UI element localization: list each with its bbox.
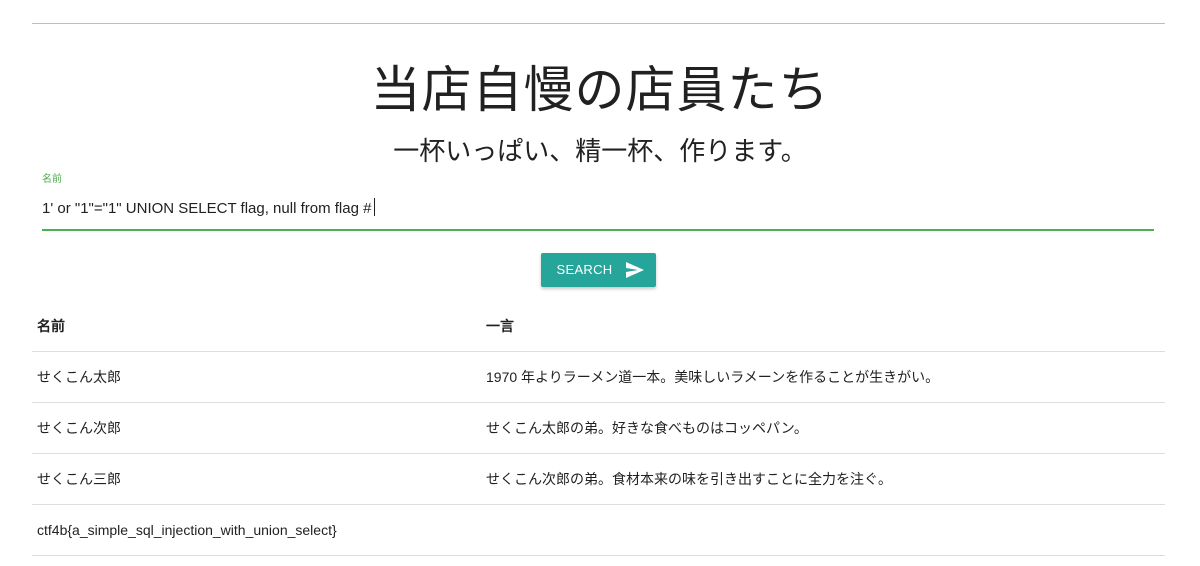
page-subtitle: 一杯いっぱい、精一杯、作ります。 (393, 136, 807, 166)
table-cell-name: ctf4b{a_simple_sql_injection_with_union_… (32, 504, 481, 556)
name-search-field[interactable]: 名前 1' or "1"="1" UNION SELECT flag, null… (42, 172, 1154, 232)
page-title: 当店自慢の店員たち (370, 62, 830, 118)
table-cell-comment (481, 504, 1165, 556)
table-cell-comment: せくこん次郎の弟。食材本来の味を引き出すことに全力を注ぐ。 (481, 453, 1165, 505)
name-search-input[interactable]: 1' or "1"="1" UNION SELECT flag, null fr… (42, 198, 376, 219)
text-caret (374, 198, 376, 216)
top-divider (32, 23, 1165, 24)
results-table: 名前 一言 せくこん太郎 1970 年よりラーメン道一本。美味しいラメーンを作る… (32, 301, 1165, 556)
table-header-row: 名前 一言 (32, 301, 1165, 352)
table-cell-name: せくこん太郎 (32, 351, 481, 403)
column-header-comment: 一言 (481, 301, 1165, 352)
name-search-input-value: 1' or "1"="1" UNION SELECT flag, null fr… (42, 200, 372, 217)
field-underline (42, 229, 1154, 231)
column-header-name: 名前 (32, 301, 481, 352)
table-row: せくこん次郎 せくこん太郎の弟。好きな食べものはコッペパン。 (32, 402, 1165, 454)
page: 当店自慢の店員たち 一杯いっぱい、精一杯、作ります。 名前 1' or "1"=… (0, 0, 1200, 566)
name-field-label: 名前 (42, 174, 62, 185)
search-button-label: SEARCH (556, 262, 613, 277)
send-icon (626, 262, 645, 278)
table-cell-comment: せくこん太郎の弟。好きな食べものはコッペパン。 (481, 402, 1165, 454)
search-button[interactable]: SEARCH (541, 253, 656, 287)
table-cell-comment: 1970 年よりラーメン道一本。美味しいラメーンを作ることが生きがい。 (481, 351, 1165, 403)
table-cell-name: せくこん次郎 (32, 402, 481, 454)
table-row: せくこん太郎 1970 年よりラーメン道一本。美味しいラメーンを作ることが生きが… (32, 351, 1165, 403)
table-row: ctf4b{a_simple_sql_injection_with_union_… (32, 504, 1165, 556)
table-cell-name: せくこん三郎 (32, 453, 481, 505)
table-row: せくこん三郎 せくこん次郎の弟。食材本来の味を引き出すことに全力を注ぐ。 (32, 453, 1165, 505)
